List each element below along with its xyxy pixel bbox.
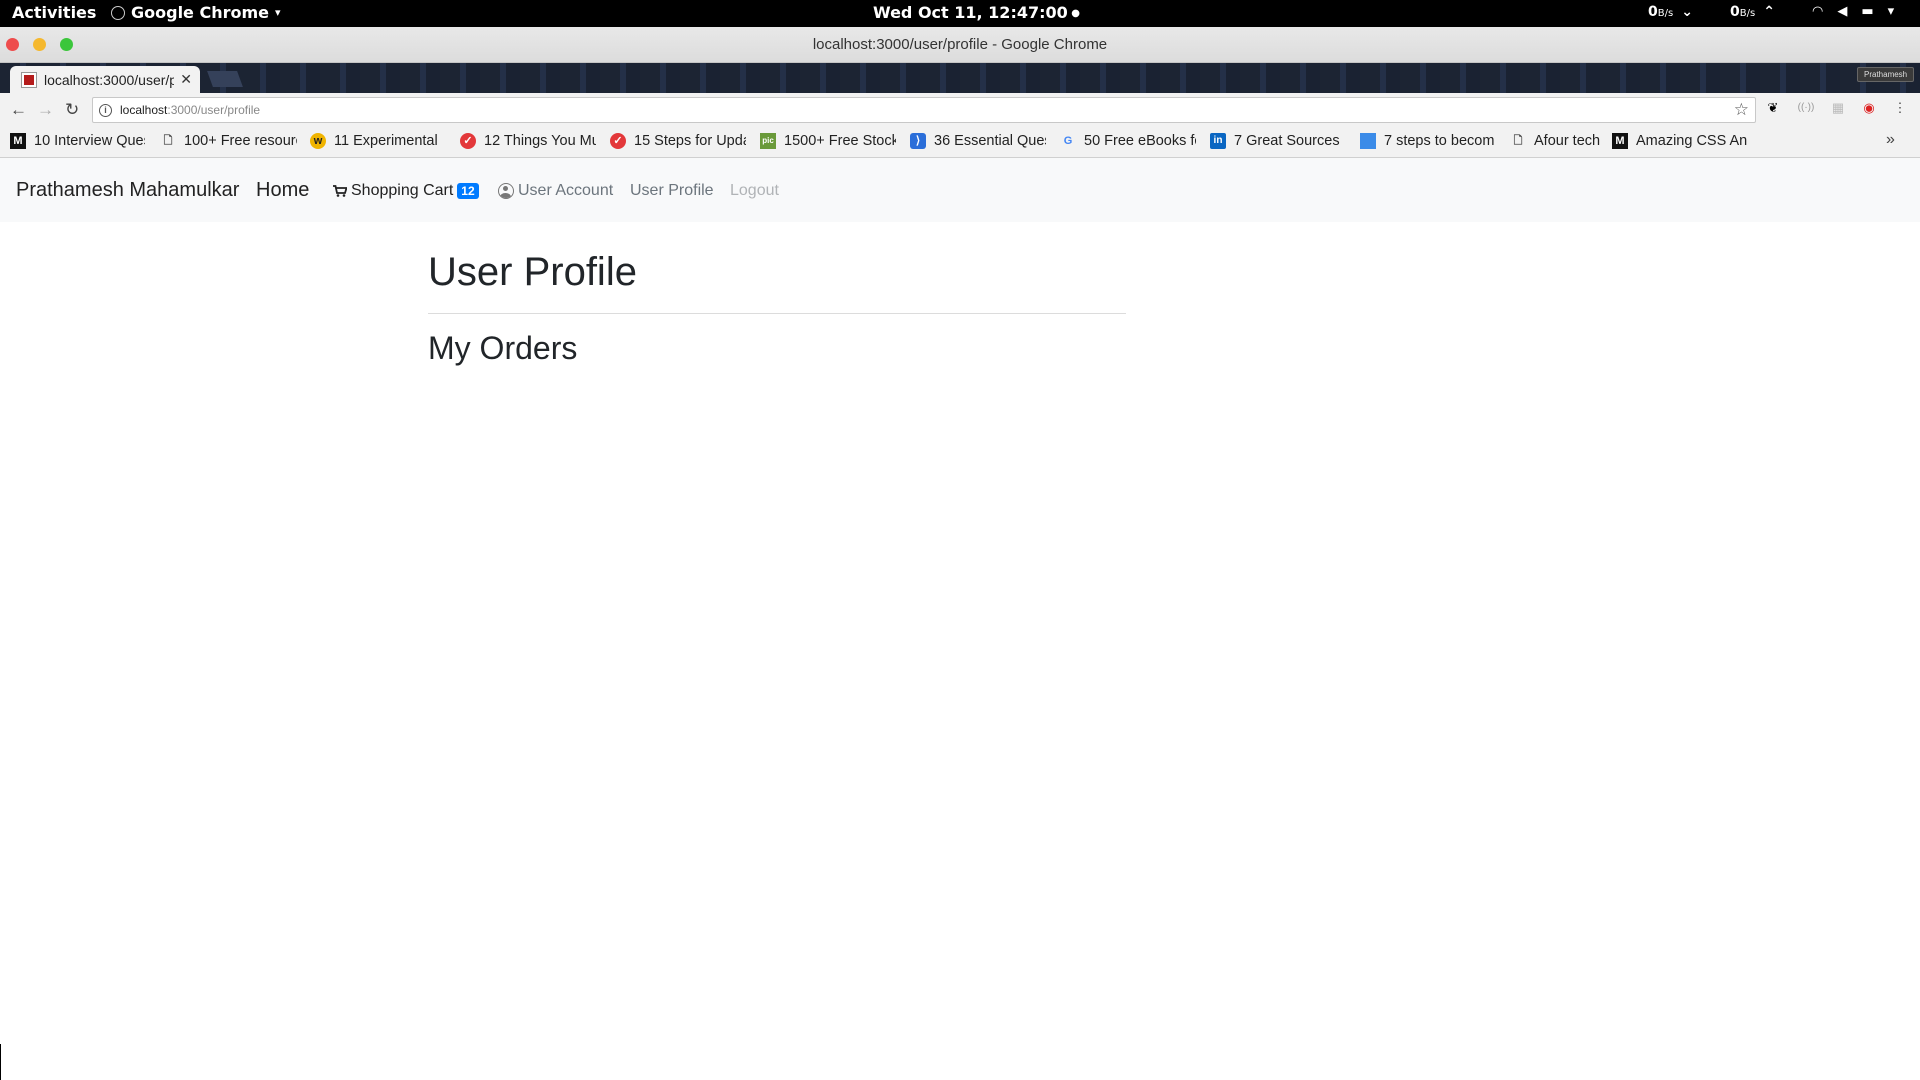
nav-user-account-dropdown[interactable]: User Account [498,182,613,200]
reload-icon[interactable]: ↻ [65,100,79,120]
browser-toolbar: ← → ↻ i localhost:3000/user/profile ☆ [0,93,1920,127]
extension-icon[interactable]: ❦ [1764,99,1782,117]
caret-down-icon: ▾ [1887,4,1895,19]
cart-count-badge: 12 [457,183,479,199]
medium-icon: M [1612,133,1628,149]
system-tray[interactable]: ◠ ◀ ▬ ▾ [1812,4,1894,19]
notification-dot-icon: ● [1067,8,1080,19]
nav-home-link[interactable]: Home [256,179,309,202]
bookmarks-overflow-icon[interactable]: » [1886,131,1895,149]
net-down-value: 0 [1648,4,1658,20]
net-up-indicator[interactable]: 0B/s ⌃ [1730,4,1775,20]
chevron-down-icon: ⌄ [1681,4,1693,20]
blue-square-icon [1360,133,1376,149]
bookmarks-bar: M10 Interview Questions 🗋100+ Free resou… [0,127,1920,158]
page-icon: 🗋 [163,135,173,147]
url-path: :3000/user/profile [167,103,261,117]
net-up-unit: B/s [1739,8,1756,19]
chevron-up-icon: ⌃ [1763,4,1775,20]
nav-user-profile-link[interactable]: User Profile [630,182,714,200]
w-icon: w [310,133,326,149]
battery-icon: ▬ [1861,4,1874,19]
linkedin-icon: in [1210,133,1226,149]
bookmark-item[interactable]: in 7 Great Sources [1210,133,1346,149]
caret-down-icon: ▾ [275,6,281,19]
bookmark-item[interactable]: ✓12 Things You Must [460,133,596,149]
app-menu-label: Google Chrome [131,3,270,22]
nav-logout-link[interactable]: Logout [730,182,779,200]
tab-strip: localhost:3000/user/profile ✕ [0,63,1920,93]
red-bookmark-icon: ✓ [610,133,626,149]
blue-bookmark-icon: ⟩ [910,133,926,149]
app-menu[interactable]: Google Chrome ▾ [111,3,281,22]
clock-label: Wed Oct 11, 12:47:00 [873,3,1068,22]
activities-button[interactable]: Activities [12,3,96,22]
navbar-brand[interactable]: Prathamesh Mahamulkar [16,179,239,202]
bookmark-item[interactable]: pic 1500+ Free Stock [760,133,896,149]
chrome-menu-icon[interactable]: ⋮ [1891,99,1909,117]
extension-broadcast-icon[interactable]: ((·)) [1797,99,1815,117]
tab-active[interactable]: localhost:3000/user/profile ✕ [10,66,200,93]
section-title-orders: My Orders [428,330,578,366]
bookmark-item[interactable]: 7 steps to become [1360,133,1495,149]
net-down-unit: B/s [1657,8,1674,19]
new-tab-button[interactable] [207,71,243,87]
forward-arrow-icon[interactable]: → [37,100,54,120]
bookmark-item[interactable]: M10 Interview Questions [10,133,145,149]
picture-icon: pic [760,133,776,149]
back-arrow-icon[interactable]: ← [10,100,27,120]
system-top-bar: Activities Google Chrome ▾ Wed Oct 11, 1… [0,0,1920,27]
clock[interactable]: Wed Oct 11, 12:47:00 ● [873,3,1080,22]
site-navbar: Prathamesh Mahamulkar Home Shopping Cart… [0,158,1920,222]
close-icon[interactable]: ✕ [180,71,192,88]
bookmark-star-icon[interactable]: ☆ [1734,100,1749,120]
main-content: User Profile My Orders [428,248,1126,367]
wifi-icon: ◠ [1812,4,1824,19]
google-icon: G [1063,135,1073,147]
text-cursor [0,1044,1,1080]
page-icon: 🗋 [1513,135,1523,147]
divider [428,313,1126,314]
profile-button[interactable]: Prathamesh [1857,67,1915,82]
red-bookmark-icon: ✓ [460,133,476,149]
tab-title: localhost:3000/user/profile [44,71,175,88]
bookmark-item[interactable]: MAmazing CSS Animations [1612,133,1748,149]
extension-record-icon[interactable]: ◉ [1860,99,1878,117]
chrome-icon [111,5,125,20]
bookmark-item[interactable]: 🗋100+ Free resources [160,133,297,149]
info-icon[interactable]: i [99,103,112,117]
page-title: User Profile [428,250,637,294]
user-account-label: User Account [518,182,614,199]
user-circle-icon [498,183,514,199]
url-host: localhost [120,103,168,117]
nav-shopping-cart-link[interactable]: Shopping Cart 12 [333,182,479,200]
window-title-bar[interactable]: localhost:3000/user/profile - Google Chr… [0,27,1920,63]
medium-icon: M [10,133,26,149]
window-title: localhost:3000/user/profile - Google Chr… [812,36,1108,53]
shopping-cart-label: Shopping Cart [351,182,454,199]
favicon-icon [21,71,37,88]
bookmark-item[interactable]: ⟩36 Essential Questions [910,133,1046,149]
bookmark-item[interactable]: ✓15 Steps for Update [610,133,746,149]
bookmark-item[interactable]: w 11 Experimental [310,133,446,149]
extension-grid-icon[interactable]: ▦ [1829,99,1847,117]
net-down-indicator[interactable]: 0B/s ⌄ [1648,4,1693,20]
shopping-cart-icon [333,185,347,197]
address-bar[interactable]: i localhost:3000/user/profile ☆ [92,97,1756,123]
bookmark-item[interactable]: G 50 Free eBooks for [1060,133,1196,149]
volume-icon: ◀ [1837,4,1848,19]
net-up-value: 0 [1730,4,1740,20]
